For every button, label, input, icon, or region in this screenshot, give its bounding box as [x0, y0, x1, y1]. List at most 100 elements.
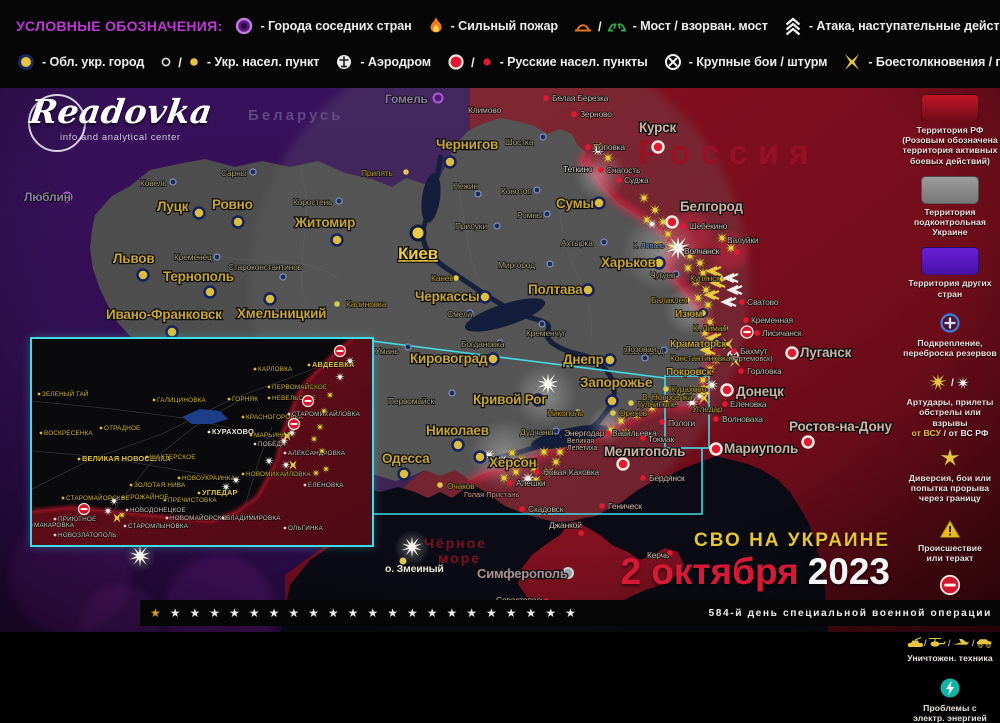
svg-text:Умань: Умань — [375, 346, 399, 356]
svg-text:Гомель: Гомель — [385, 92, 428, 106]
svg-text:Волноваха: Волноваха — [722, 414, 763, 424]
repelled-attack-icon — [335, 346, 346, 357]
svg-text:Харьков: Харьков — [601, 255, 656, 270]
svg-text:Запорожье: Запорожье — [580, 375, 653, 390]
svg-text:Симферополь: Симферополь — [477, 566, 568, 581]
sidebar-key-item: Происшествиеили теракт — [918, 518, 982, 563]
svg-text:Кременец: Кременец — [174, 252, 212, 262]
svg-text:ЗЕЛЕНЫЙ ГАЙ: ЗЕЛЕНЫЙ ГАЙ — [42, 389, 89, 398]
svg-text:Первомайск: Первомайск — [388, 396, 434, 406]
svg-text:Кривой Рог: Кривой Рог — [473, 392, 547, 407]
svg-text:Поповка: Поповка — [593, 142, 625, 152]
sidebar-key-text: Артудары, прилеты — [902, 397, 998, 407]
inset-town: ПЕРВОМАЙСКОЕ — [268, 382, 328, 391]
map-city: Мариуполь — [711, 441, 799, 456]
legend-item-label: - Боестолкновения / позиционные бои — [868, 55, 1000, 69]
svg-text:Токмак: Токмак — [648, 434, 675, 444]
svg-text:Канев: Канев — [431, 273, 454, 283]
legend-item: /- Укр. насел. пункт — [159, 55, 319, 70]
destroyed-vehicles-icon: /// — [906, 634, 994, 650]
repelled-attack-icon — [741, 326, 753, 338]
inset-town: ШАХТЕРСКОЕ — [146, 454, 196, 461]
svg-text:/: / — [924, 638, 927, 648]
swatch-rf-icon — [921, 94, 979, 122]
day-star-icon: ★ — [565, 600, 576, 626]
map-city: Днепр — [563, 352, 616, 367]
map-city: Балаклея — [651, 295, 690, 305]
day-star-icon: ★ — [387, 600, 398, 626]
day-star-icon: ★ — [170, 600, 181, 626]
svg-text:Изюм: Изюм — [675, 309, 702, 320]
repelled-attack-icon — [303, 396, 314, 407]
legend-item-label: - Мост / взорван. мост — [633, 19, 768, 33]
svg-text:Сарны: Сарны — [221, 168, 247, 178]
sidebar-key-text: Диверсия, бои или — [909, 473, 991, 483]
legend-item: /- Мост / взорван. мост — [573, 18, 768, 34]
sidebar-key-text: Проблемы с — [913, 703, 987, 713]
svg-text:Пологи: Пологи — [668, 418, 696, 428]
svg-text:ПРЕЧИСТОВКА: ПРЕЧИСТОВКА — [168, 497, 217, 504]
day-star-icon: ★ — [427, 600, 438, 626]
svg-text:Джанкой: Джанкой — [549, 520, 582, 530]
svg-text:Лепетиха: Лепетиха — [567, 445, 597, 452]
svg-text:Новая Каховка: Новая Каховка — [543, 467, 600, 477]
svg-text:Полтава: Полтава — [528, 282, 583, 297]
svg-text:Курахово: Курахово — [671, 384, 706, 394]
legend-item: - Аэродром — [334, 52, 431, 72]
swatch-other-icon — [921, 247, 979, 275]
sidebar-key-text: Украине — [914, 227, 986, 237]
svg-text:Белая Березка: Белая Березка — [552, 93, 609, 103]
svg-text:ЗОЛОТАЯ НИВА: ЗОЛОТАЯ НИВА — [134, 482, 186, 489]
svg-text:Сумы: Сумы — [556, 196, 594, 211]
svg-text:СТАРОМАЙОРСКОЕ: СТАРОМАЙОРСКОЕ — [66, 493, 130, 502]
svg-text:Ростов-на-Дону: Ростов-на-Дону — [789, 419, 892, 434]
svg-text:Россия: Россия — [638, 134, 819, 172]
inset-map: АВДЕЕВКАКАРЛОВКАПЕРВОМАЙСКОЕНЕВЕЛЬСКОЕКР… — [30, 337, 374, 547]
top-legend-bar: УСЛОВНЫЕ ОБОЗНАЧЕНИЯ: - Города соседних … — [0, 0, 1000, 88]
major-battles-icon — [663, 52, 683, 72]
svg-text:Нежин: Нежин — [453, 181, 478, 191]
inset-town: ПРЕЧИСТОВКА — [164, 497, 218, 504]
readovka-war-map: { "legend_top": { "title": "УСЛОВНЫЕ ОБО… — [0, 0, 1000, 632]
inset-town: ЗОЛОТАЯ НИВА — [130, 482, 186, 489]
svg-text:ОТРАДНОЕ: ОТРАДНОЕ — [104, 425, 140, 432]
svg-text:Угледар: Угледар — [692, 404, 723, 414]
sidebar-key-item: ТерриторияподконтрольнаяУкраине — [914, 176, 986, 238]
sidebar-key-text: от ВСУ / от ВС РФ — [902, 428, 998, 438]
svg-text:КУРАХОВО: КУРАХОВО — [212, 427, 254, 436]
svg-text:Одесса: Одесса — [382, 451, 430, 466]
sidebar-key-item: Территория другихстран — [908, 247, 991, 298]
svg-text:Луганск: Луганск — [800, 345, 852, 360]
day-star-icon: ★ — [209, 600, 220, 626]
map-city: Краматорск — [670, 339, 727, 350]
inset-town: НОВОМАЙОРСКОЕ — [166, 513, 232, 522]
day-star-icon: ★ — [545, 600, 556, 626]
map-city: Волчанск — [684, 246, 720, 256]
footer-date-day: 2 октября — [620, 551, 798, 592]
legend-title: УСЛОВНЫЕ ОБОЗНАЧЕНИЯ: — [16, 18, 222, 34]
map-city: Богдановка — [461, 339, 505, 349]
svg-text:Херсон: Херсон — [489, 455, 537, 470]
map-city: Харьков — [601, 255, 665, 270]
svg-text:Прилуки: Прилуки — [455, 221, 487, 231]
svg-text:Теткино: Теткино — [563, 164, 593, 174]
svg-text:Ровно: Ровно — [212, 197, 253, 212]
map-city: К. Лиман — [693, 323, 728, 333]
sidebar-key-text: или теракт — [918, 553, 982, 563]
sidebar-key-text: Уничтожен. техника — [907, 653, 992, 663]
svg-text:ГОРНЯК: ГОРНЯК — [232, 396, 258, 403]
footer-title: СВО НА УКРАИНЕ — [620, 530, 890, 552]
svg-text:Миргород: Миргород — [498, 260, 535, 270]
sidebar-key-text: Территория РФ — [902, 125, 998, 135]
map-city: Лисичанск — [754, 328, 802, 338]
map-city: Энергодар — [564, 428, 605, 438]
sidebar-key-item: Подкрепление,переброска резервов — [903, 311, 997, 358]
legend-item: /- Русские насел. пункты — [446, 52, 648, 72]
inset-town: СТАРОМАЙОРСКОЕ — [62, 493, 131, 502]
map-city: Симферополь — [477, 566, 573, 581]
map-city: Кременная — [743, 315, 793, 325]
svg-text:Тернополь: Тернополь — [163, 269, 234, 284]
svg-text:Кременная: Кременная — [751, 315, 793, 325]
day-star-icon: ★ — [288, 600, 299, 626]
day-star-icon: ★ — [526, 600, 537, 626]
